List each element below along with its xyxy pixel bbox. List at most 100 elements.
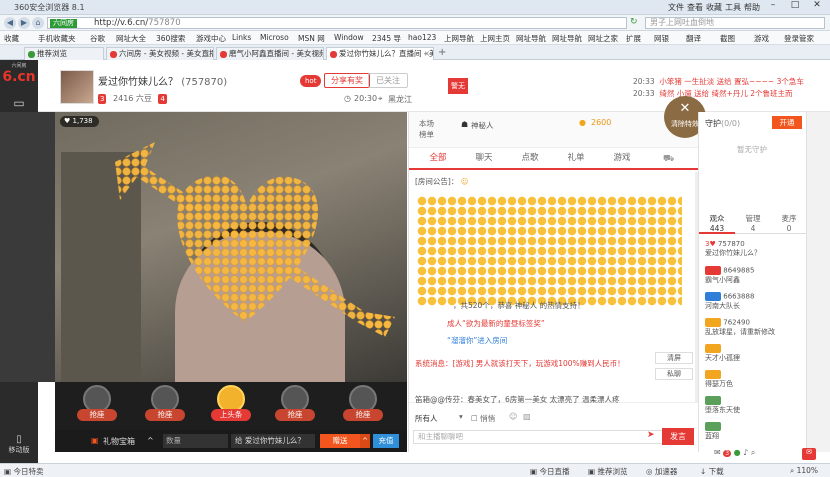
- menu-view[interactable]: 查看: [687, 2, 703, 13]
- site-logo[interactable]: 六间房 6.cn: [2, 62, 36, 85]
- tab-mic-queue[interactable]: 麦序 0: [771, 212, 807, 234]
- bookmark-item[interactable]: Microso: [260, 33, 289, 42]
- bookmark-item[interactable]: 网址大全: [116, 33, 146, 44]
- check-icon[interactable]: ●: [734, 448, 741, 457]
- bookmark-item[interactable]: 网址导航: [516, 33, 546, 44]
- live-video[interactable]: ♥ 1,738: [55, 112, 407, 382]
- image-icon[interactable]: ▨: [523, 412, 531, 421]
- tab-room-active[interactable]: 爱过你竹妹儿么？直播间 - 美女 ×: [326, 47, 434, 60]
- audience-item[interactable]: 762490 乱放球星，请重新修改: [705, 318, 805, 342]
- url-text[interactable]: http://v.6.cn/757870: [94, 18, 181, 29]
- bookmark-item[interactable]: 收藏: [4, 33, 19, 44]
- bookmark-item[interactable]: 游戏中心: [196, 33, 226, 44]
- emoji-icon[interactable]: ☺: [509, 412, 517, 421]
- anchor-avatar[interactable]: [60, 70, 94, 104]
- audience-item[interactable]: 8649885 霸气小阿鑫: [705, 266, 805, 290]
- bookmark-item[interactable]: 手机收藏夹: [38, 33, 76, 44]
- tab-audience[interactable]: 观众 443: [699, 212, 735, 234]
- bookmark-item[interactable]: MSN 网: [298, 33, 325, 44]
- status-item[interactable]: ◎ 加速器: [646, 466, 677, 477]
- tab-close-icon[interactable]: ×: [424, 48, 430, 60]
- audience-item[interactable]: 6663888 河南大队长: [705, 292, 805, 316]
- maximize-icon[interactable]: □: [784, 0, 806, 14]
- follow-button[interactable]: 已关注: [368, 73, 408, 88]
- mobile-version-link[interactable]: ▯ 移动版: [0, 432, 38, 463]
- back-icon[interactable]: ◀: [4, 17, 16, 29]
- chat-target-select[interactable]: 所有人: [415, 413, 438, 424]
- tab-room-other[interactable]: 磨气小阿鑫直播间 - 美女视频 ×: [216, 47, 324, 60]
- menu-file[interactable]: 文件: [668, 2, 684, 13]
- bookmark-item[interactable]: 网址导航: [552, 33, 582, 44]
- status-item[interactable]: ▣ 推荐浏览: [588, 466, 627, 477]
- refresh-icon[interactable]: ↻: [630, 17, 638, 27]
- bookmark-item[interactable]: 网址之家: [588, 33, 618, 44]
- recharge-button[interactable]: 充值: [373, 434, 399, 448]
- close-icon[interactable]: ✕: [806, 0, 828, 14]
- menu-favorites[interactable]: 收藏: [706, 2, 722, 13]
- status-item[interactable]: ▣ 今日直播: [530, 466, 569, 477]
- extension-item[interactable]: 翻译: [686, 33, 701, 44]
- seat-slot[interactable]: 抢座: [343, 385, 383, 427]
- gift-quantity-input[interactable]: 数量: [163, 434, 228, 448]
- audience-item[interactable]: 3♥ 757870 爱过你竹妹儿么？: [705, 240, 805, 264]
- share-button[interactable]: 分享有奖: [324, 73, 370, 88]
- tab-recommend[interactable]: 推荐浏览: [24, 47, 104, 60]
- bookmark-item[interactable]: Window: [334, 33, 364, 42]
- give-gift-button[interactable]: 赠送: [320, 434, 360, 448]
- menu-tools[interactable]: 工具: [725, 2, 741, 13]
- menu-help[interactable]: 帮助: [744, 2, 760, 13]
- private-chat-button[interactable]: 私聊: [655, 368, 693, 380]
- seat-slot[interactable]: 抢座: [145, 385, 185, 427]
- address-input[interactable]: 六间房 http://v.6.cn/757870: [47, 17, 627, 29]
- mail-icon[interactable]: ✉: [714, 448, 721, 457]
- extension-item[interactable]: 游戏: [754, 33, 769, 44]
- bookmark-item[interactable]: 360搜索: [156, 33, 185, 44]
- extension-item[interactable]: 网银: [654, 33, 669, 44]
- audience-item[interactable]: 蓝翔: [705, 422, 805, 446]
- message-icon[interactable]: ✉: [802, 448, 816, 460]
- home-icon[interactable]: ⌂: [32, 17, 44, 29]
- clear-screen-button[interactable]: 清屏: [655, 352, 693, 364]
- status-item[interactable]: ↓ 下载: [700, 466, 724, 477]
- new-tab-icon[interactable]: +: [438, 47, 446, 58]
- minimize-icon[interactable]: –: [762, 0, 784, 14]
- car-icon[interactable]: ⛟: [663, 154, 674, 165]
- chevron-down-icon[interactable]: ▾: [459, 412, 463, 421]
- status-item[interactable]: ▣ 今日特卖: [4, 466, 43, 477]
- zoom-level[interactable]: ⌕ 110%: [790, 466, 818, 476]
- forward-icon[interactable]: ▶: [18, 17, 30, 29]
- rank-label[interactable]: 本场榜单: [419, 118, 441, 140]
- bookmark-item[interactable]: Links: [232, 33, 251, 42]
- search-icon[interactable]: ⌕: [751, 448, 755, 457]
- seat-slot[interactable]: 抢座: [275, 385, 315, 427]
- page-scrollbar[interactable]: [806, 112, 830, 452]
- tab-games[interactable]: 游戏: [593, 148, 651, 168]
- headline-seat[interactable]: 上头条: [211, 385, 251, 427]
- bookmark-item[interactable]: 上网导航: [444, 33, 474, 44]
- chat-input[interactable]: 和主播聊聊吧: [413, 430, 671, 444]
- gift-target-select[interactable]: 给 爱过你竹妹儿么？: [231, 434, 315, 448]
- send-button[interactable]: 发言: [662, 428, 694, 445]
- gift-box-button[interactable]: 礼物宝箱: [103, 436, 135, 447]
- bookmark-item[interactable]: 2345 导: [372, 33, 401, 44]
- bookmark-item[interactable]: 上网主页: [480, 33, 510, 44]
- extension-item[interactable]: 截图: [720, 33, 735, 44]
- seat-slot[interactable]: 抢座: [77, 385, 117, 427]
- whisper-checkbox[interactable]: ☐ 悄悄: [471, 413, 495, 424]
- extension-item[interactable]: 扩展: [626, 33, 641, 44]
- tab-close-icon[interactable]: ×: [204, 48, 210, 60]
- open-guard-button[interactable]: 开通: [772, 116, 802, 129]
- rank-user[interactable]: 神秘人: [471, 120, 494, 131]
- tab-close-icon[interactable]: ×: [314, 48, 320, 60]
- audience-item[interactable]: 天才小孤狸: [705, 344, 805, 368]
- bookmark-item[interactable]: 谷歌: [90, 33, 105, 44]
- chevron-up-icon[interactable]: ^: [147, 436, 154, 445]
- search-input[interactable]: 男子上网吐血倒地: [645, 17, 825, 29]
- bell-icon[interactable]: ♪: [743, 448, 748, 457]
- audience-item[interactable]: 堕落东天使: [705, 396, 805, 420]
- bookmark-item[interactable]: hao123: [408, 33, 436, 42]
- tab-liujianfang[interactable]: 六间房 - 美女视频 - 美女直播 ×: [106, 47, 214, 60]
- chevron-up-icon[interactable]: ^: [360, 434, 370, 448]
- audience-item[interactable]: 得瑟万色: [705, 370, 805, 394]
- tab-admins[interactable]: 管理 4: [735, 212, 771, 234]
